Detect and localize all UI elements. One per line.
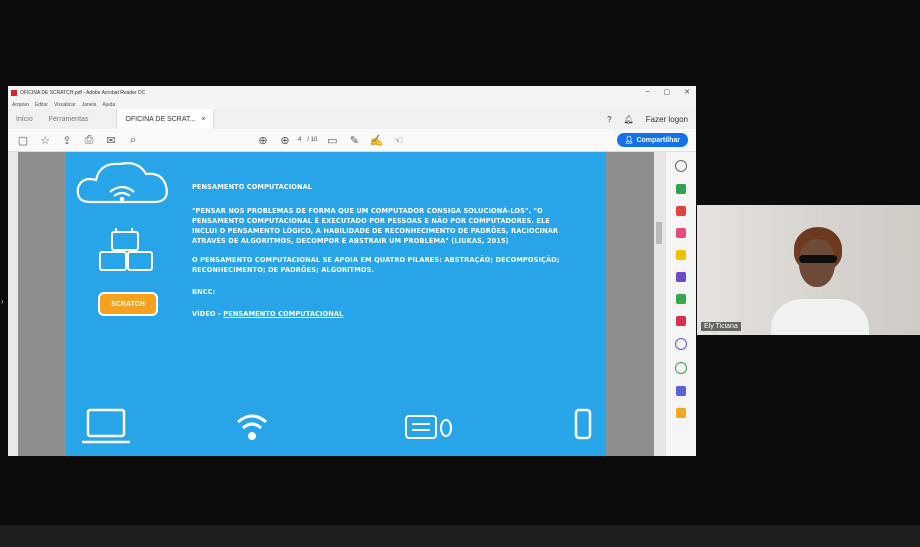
page-total: / 10: [307, 137, 318, 143]
participant-name: Ely Ticiana: [701, 322, 741, 331]
print-icon[interactable]: ⎙: [82, 133, 96, 147]
document-area[interactable]: SCRATCH PENSAMENTO COMPUTACIONAL "PENSAR…: [18, 152, 654, 456]
tab-document[interactable]: OFICINA DE SCRAT... ×: [116, 109, 215, 129]
create-icon[interactable]: ▢: [16, 133, 30, 147]
star-icon[interactable]: ☆: [38, 133, 52, 147]
pen-icon[interactable]: ✎: [347, 133, 361, 147]
menu-item-help[interactable]: Ajuda: [102, 102, 115, 108]
minimize-button[interactable]: –: [646, 88, 650, 96]
meeting-frame: OFICINA DE SCRATCH.pdf - Adobe Acrobat R…: [0, 0, 920, 547]
keyboard-mouse-icon: [405, 415, 452, 439]
meeting-bottom-bar: [0, 525, 920, 547]
tools-sidebar: [665, 152, 696, 456]
tab-tools[interactable]: Ferramentas: [41, 109, 97, 129]
scratch-logo: SCRATCH: [98, 292, 158, 316]
close-button[interactable]: ✕: [684, 88, 690, 96]
chevron-left-icon[interactable]: ›: [1, 297, 4, 306]
window-titlebar: OFICINA DE SCRATCH.pdf - Adobe Acrobat R…: [8, 86, 696, 100]
window-controls: – ▢ ✕: [646, 88, 690, 96]
window-title: OFICINA DE SCRATCH.pdf - Adobe Acrobat R…: [20, 90, 146, 96]
slide-video: VÍDEO - PENSAMENTO COMPUTACIONAL: [192, 309, 576, 319]
slide-heading: PENSAMENTO COMPUTACIONAL: [192, 183, 313, 191]
participant-face: [799, 239, 835, 287]
scrollbar-thumb[interactable]: [656, 222, 662, 244]
menu-item-window[interactable]: Janela: [82, 102, 97, 108]
help-icon[interactable]: ?: [607, 115, 611, 124]
wifi-icon: [237, 414, 267, 440]
video-prefix: VÍDEO -: [192, 310, 224, 318]
prev-page-icon[interactable]: ⊕: [256, 133, 270, 147]
slide-text: PENSAMENTO COMPUTACIONAL "PENSAR NOS PRO…: [192, 182, 576, 328]
acrobat-icon: [11, 90, 17, 96]
shared-screen: OFICINA DE SCRATCH.pdf - Adobe Acrobat R…: [8, 86, 696, 456]
edit-pdf-icon[interactable]: [676, 228, 686, 238]
share-button[interactable]: 👤︎ Compartilhar: [616, 133, 688, 147]
sign-icon[interactable]: ✍: [369, 133, 384, 147]
comment-tool-icon[interactable]: [676, 250, 686, 260]
next-page-icon[interactable]: ⊕: [278, 133, 292, 147]
create-pdf-icon[interactable]: [676, 206, 686, 216]
tabbar: Início Ferramentas OFICINA DE SCRAT... ×…: [8, 109, 696, 130]
combine-icon[interactable]: [676, 272, 686, 282]
optimize-icon[interactable]: [675, 362, 687, 374]
export-pdf-icon[interactable]: [676, 184, 686, 194]
participant-video[interactable]: Ely Ticiana: [697, 205, 920, 335]
send-icon[interactable]: [676, 386, 686, 396]
maximize-button[interactable]: ▢: [664, 88, 671, 96]
organize-icon[interactable]: [676, 294, 686, 304]
participant-shirt: [771, 299, 869, 335]
slide-pillars: O PENSAMENTO COMPUTACIONAL SE APOIA EM Q…: [192, 256, 560, 274]
menu-item-view[interactable]: Visualizar: [54, 102, 76, 108]
menubar: Arquivo Editar Visualizar Janela Ajuda: [8, 100, 696, 109]
comment-icon[interactable]: ▭: [325, 133, 339, 147]
share-icon: 👤︎: [624, 137, 634, 144]
mail-icon[interactable]: ✉: [104, 133, 118, 147]
slide-quote: "PENSAR NOS PROBLEMAS DE FORMA QUE UM CO…: [192, 207, 559, 245]
sunglasses: [799, 255, 837, 263]
tabbar-right: ? 🔔︎ Fazer logon: [607, 109, 688, 129]
menu-item-file[interactable]: Arquivo: [12, 102, 29, 108]
menu-item-edit[interactable]: Editar: [35, 102, 48, 108]
phone-icon: [574, 408, 592, 440]
bell-icon[interactable]: 🔔︎: [624, 115, 634, 124]
share-label: Compartilhar: [636, 136, 680, 144]
login-link[interactable]: Fazer logon: [646, 115, 688, 124]
fill-sign-icon[interactable]: [676, 316, 686, 326]
hand-icon[interactable]: ☜: [391, 133, 405, 147]
laptop-icon: [82, 408, 130, 444]
page-number[interactable]: 4: [298, 137, 301, 143]
upload-icon[interactable]: ⇪: [60, 133, 74, 147]
tab-document-label: OFICINA DE SCRAT...: [125, 115, 196, 123]
slide-bncc: BNCC:: [192, 288, 216, 296]
search-icon[interactable]: ⌕: [126, 133, 140, 147]
zoom-icon[interactable]: [675, 160, 687, 172]
tab-home[interactable]: Início: [8, 109, 41, 129]
video-link[interactable]: PENSAMENTO COMPUTACIONAL: [223, 310, 343, 318]
cloud-icon: [76, 162, 168, 204]
slide-page: SCRATCH PENSAMENTO COMPUTACIONAL "PENSAR…: [66, 152, 606, 456]
protect-icon[interactable]: [675, 338, 687, 350]
close-tab-icon[interactable]: ×: [201, 116, 205, 123]
toolbar: ▢ ☆ ⇪ ⎙ ✉ ⌕ ⊕ ⊕ 4 / 10 ▭ ✎ ✍ ☜ 👤︎ Compar…: [8, 129, 696, 152]
blocks-icon: [99, 228, 153, 271]
stamp-icon[interactable]: [676, 408, 686, 418]
